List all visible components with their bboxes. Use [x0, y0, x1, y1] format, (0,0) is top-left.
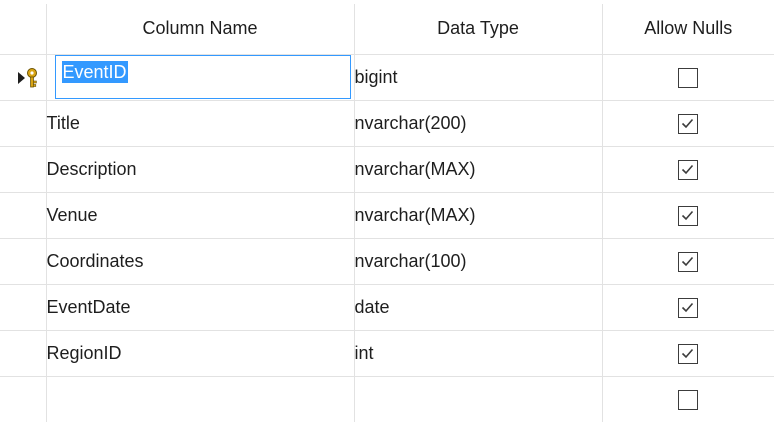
columns-grid: Column Name Data Type Allow Nulls EventI… — [0, 4, 774, 422]
checkbox-icon[interactable] — [678, 205, 699, 226]
data-type-header[interactable]: Data Type — [353, 4, 603, 55]
data-type-cell[interactable]: nvarchar(100) — [353, 237, 603, 285]
allow-nulls-cell[interactable] — [601, 283, 774, 331]
checkbox-icon[interactable] — [678, 251, 699, 272]
data-type-cell[interactable]: date — [353, 283, 603, 331]
row-selector[interactable] — [0, 283, 47, 331]
data-type-cell[interactable]: bigint — [353, 53, 603, 101]
column-name-cell[interactable]: Description — [45, 145, 355, 193]
column-name-editor[interactable]: EventID — [54, 55, 351, 99]
checkbox-icon[interactable] — [678, 343, 699, 364]
checkbox-icon[interactable] — [678, 113, 699, 134]
allow-nulls-cell[interactable] — [601, 99, 774, 147]
checkbox-icon[interactable] — [678, 159, 699, 180]
table-row-new[interactable] — [0, 375, 774, 422]
table-designer-grid: Column Name Data Type Allow Nulls EventI… — [0, 0, 774, 422]
column-name-header[interactable]: Column Name — [45, 4, 355, 55]
data-type-cell[interactable]: nvarchar(MAX) — [353, 145, 603, 193]
data-type-cell[interactable]: nvarchar(200) — [353, 99, 603, 147]
allow-nulls-cell[interactable] — [601, 329, 774, 377]
data-type-cell[interactable]: int — [353, 329, 603, 377]
column-name-cell[interactable]: EventDate — [45, 283, 355, 331]
checkbox-icon[interactable] — [678, 389, 699, 410]
checkbox-icon[interactable] — [678, 297, 699, 318]
table-row[interactable]: EventID bigint — [0, 53, 774, 101]
table-row[interactable]: RegionID int — [0, 329, 774, 377]
column-name-cell[interactable]: Venue — [45, 191, 355, 239]
table-row[interactable]: Venue nvarchar(MAX) — [0, 191, 774, 239]
row-selector[interactable] — [0, 145, 47, 193]
column-name-cell[interactable]: Coordinates — [45, 237, 355, 285]
data-type-cell[interactable]: nvarchar(MAX) — [353, 191, 603, 239]
row-selector[interactable] — [0, 99, 47, 147]
row-selector[interactable] — [0, 375, 47, 422]
selected-text: EventID — [61, 61, 128, 83]
data-type-cell[interactable] — [353, 375, 603, 422]
allow-nulls-cell[interactable] — [601, 237, 774, 285]
table-row[interactable]: EventDate date — [0, 283, 774, 331]
allow-nulls-header[interactable]: Allow Nulls — [601, 4, 774, 55]
table-row[interactable]: Coordinates nvarchar(100) — [0, 237, 774, 285]
header-row: Column Name Data Type Allow Nulls — [0, 4, 774, 55]
row-selector[interactable] — [0, 329, 47, 377]
allow-nulls-cell[interactable] — [601, 375, 774, 422]
row-selector-header — [0, 4, 47, 55]
row-selector[interactable] — [0, 191, 47, 239]
allow-nulls-cell[interactable] — [601, 191, 774, 239]
current-row-arrow-icon — [18, 67, 37, 87]
checkbox-icon[interactable] — [678, 67, 699, 88]
allow-nulls-cell[interactable] — [601, 53, 774, 101]
column-name-cell[interactable]: RegionID — [45, 329, 355, 377]
column-name-cell[interactable]: Title — [45, 99, 355, 147]
row-selector[interactable] — [0, 237, 47, 285]
column-name-cell[interactable]: EventID — [45, 53, 355, 101]
table-row[interactable]: Title nvarchar(200) — [0, 99, 774, 147]
row-selector[interactable] — [0, 53, 47, 101]
column-name-cell[interactable] — [45, 375, 355, 422]
table-row[interactable]: Description nvarchar(MAX) — [0, 145, 774, 193]
allow-nulls-cell[interactable] — [601, 145, 774, 193]
